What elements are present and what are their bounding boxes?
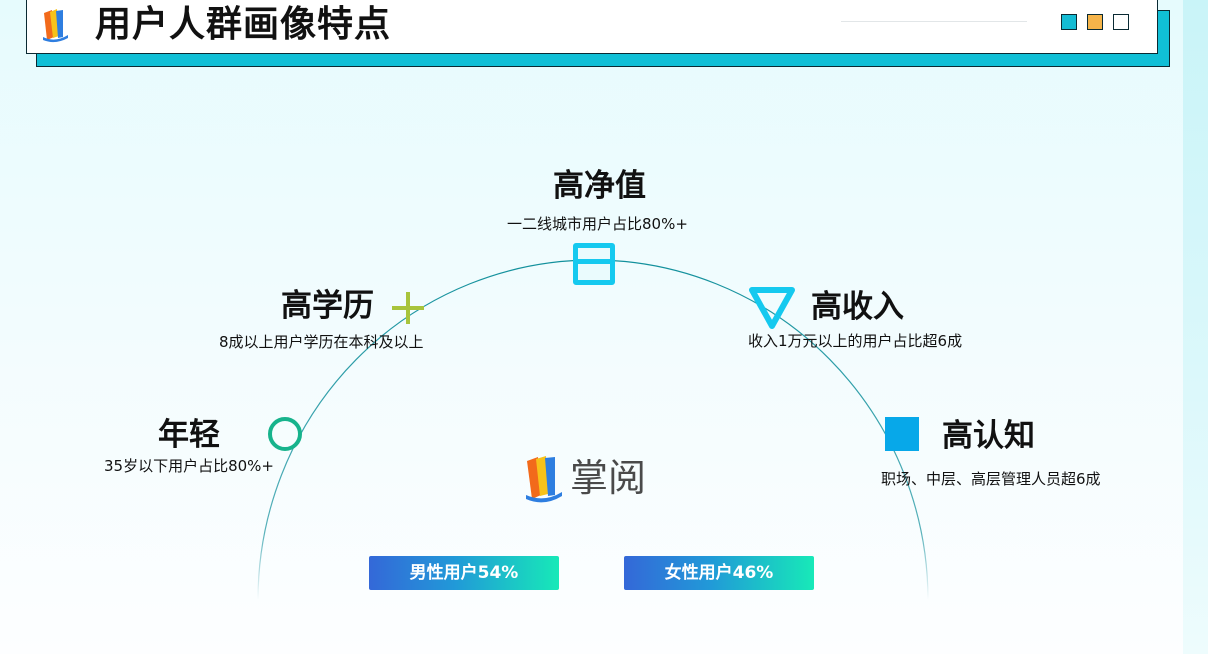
- brand-name: 掌阅: [570, 456, 647, 500]
- feature-title-high-income: 高收入: [811, 289, 904, 325]
- feature-title-young: 年轻: [158, 417, 220, 453]
- feature-desc-young: 35岁以下用户占比80%+: [104, 457, 274, 475]
- zhangyue-logo-icon: [526, 456, 562, 503]
- feature-desc-high-cognition: 职场、中层、高层管理人员超6成: [881, 470, 1101, 488]
- square-frame-icon: [573, 243, 615, 285]
- feature-desc-high-net-worth: 一二线城市用户占比80%+: [507, 215, 688, 233]
- feature-desc-high-income: 收入1万元以上的用户占比超6成: [748, 332, 963, 350]
- male-users-badge: 男性用户54%: [369, 556, 559, 590]
- audience-arc: [257, 259, 929, 601]
- filled-square-icon: [885, 417, 919, 451]
- feature-title-high-education: 高学历: [281, 288, 374, 324]
- triangle-down-icon: [749, 287, 795, 329]
- feature-desc-high-education: 8成以上用户学历在本科及以上: [219, 333, 424, 351]
- feature-title-high-cognition: 高认知: [942, 418, 1035, 454]
- feature-title-high-net-worth: 高净值: [553, 168, 646, 204]
- female-users-badge: 女性用户46%: [624, 556, 814, 590]
- ring-icon: [268, 417, 302, 451]
- plus-icon: [392, 292, 424, 324]
